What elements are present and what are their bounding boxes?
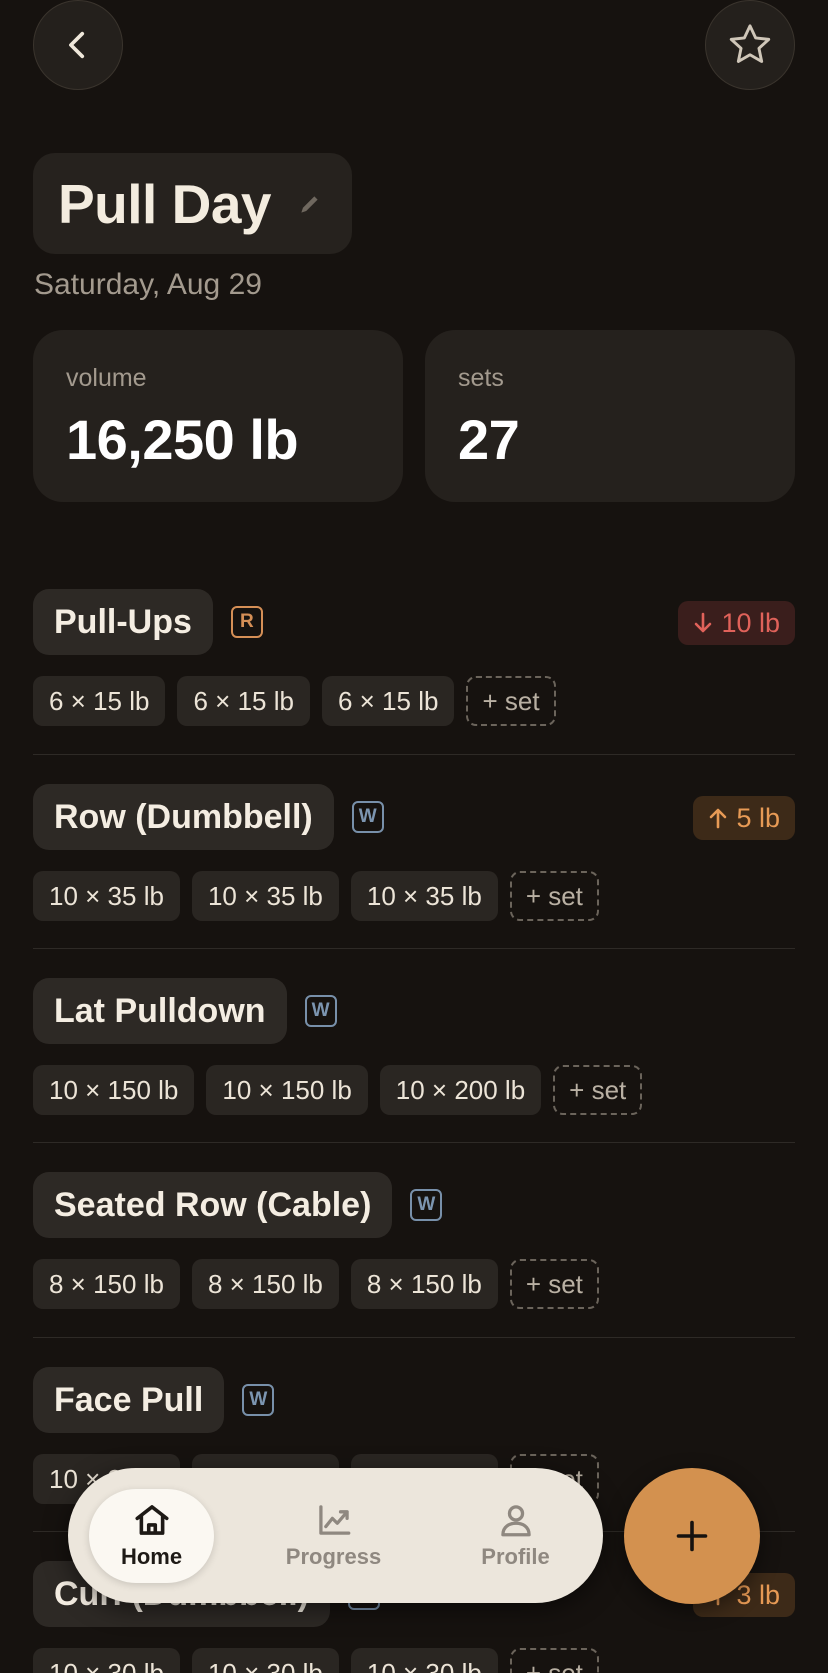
workout-date: Saturday, Aug 29 [34,268,262,301]
exercise-name[interactable]: Seated Row (Cable) [33,1172,393,1238]
exercise-name[interactable]: Pull-Ups [33,589,213,655]
exercise-card: Seated Row (Cable) W 8 × 150 lb 8 × 150 … [33,1172,795,1366]
divider [33,754,795,755]
add-set-button[interactable]: + set [509,1259,599,1309]
exercise-name[interactable]: Row (Dumbbell) [33,784,334,850]
exercise-type-badge: W [242,1384,275,1416]
set-chip[interactable]: 8 × 150 lb [191,1259,339,1309]
set-chip[interactable]: 10 × 30 lb [191,1648,339,1673]
arrow-up-icon [708,807,728,829]
workout-title-field[interactable]: Pull Day [33,153,352,254]
nav-label: Progress [285,1544,382,1569]
set-chip[interactable]: 10 × 35 lb [191,871,339,921]
star-icon [729,24,771,63]
exercise-card: Pull-Ups R 10 lb 6 × 15 lb 6 × 15 lb 6 ×… [33,589,795,783]
nav-item-profile[interactable]: Profile [453,1489,578,1583]
exercise-name[interactable]: Face Pull [33,1367,225,1433]
volume-card: volume 16,250 lb [33,330,403,502]
set-chip[interactable]: 10 × 35 lb [33,871,180,921]
exercise-name[interactable]: Lat Pulldown [33,978,287,1044]
nav-label: Home [120,1544,183,1569]
chart-icon [318,1505,350,1535]
volume-label: volume [66,364,147,392]
set-chip[interactable]: 10 × 30 lb [33,1648,180,1673]
nav-label: Profile [481,1544,550,1569]
divider [33,1142,795,1143]
favorite-button[interactable] [705,0,795,90]
workout-detail-page: Pull Day Saturday, Aug 29 volume 16,250 … [0,0,828,1673]
set-chip[interactable]: 10 × 150 lb [206,1065,368,1115]
nav-item-home[interactable]: Home [89,1489,214,1583]
home-icon [134,1505,169,1535]
exercise-card: Row (Dumbbell) W 5 lb 10 × 35 lb 10 × 35… [33,784,795,978]
set-chip[interactable]: 8 × 150 lb [350,1259,498,1309]
add-set-button[interactable]: + set [466,676,556,726]
weight-change-badge: 5 lb [693,796,795,840]
add-set-button[interactable]: + set [553,1065,643,1115]
weight-change-value: 5 lb [736,802,780,833]
add-exercise-button[interactable] [624,1468,760,1604]
exercise-type-badge: R [230,606,263,638]
set-chip[interactable]: 6 × 15 lb [321,676,455,726]
nav-item-progress[interactable]: Progress [271,1489,396,1583]
exercise-type-badge: W [304,995,337,1027]
add-set-button[interactable]: + set [509,1648,599,1673]
weight-change-value: 10 lb [721,607,780,638]
arrow-down-icon [693,612,713,634]
sets-label: sets [458,364,504,392]
set-chip[interactable]: 10 × 150 lb [33,1065,195,1115]
volume-value: 16,250 lb [66,408,299,471]
exercise-type-badge: W [351,801,384,833]
divider [33,1337,795,1338]
chevron-left-icon [69,31,85,59]
pencil-icon [297,191,323,217]
bottom-nav: Home Progress Profile [68,1468,603,1603]
set-chip[interactable]: 10 × 35 lb [350,871,498,921]
sets-card: sets 27 [425,330,795,502]
person-icon [500,1505,531,1537]
back-button[interactable] [33,0,123,90]
set-chip[interactable]: 10 × 30 lb [350,1648,498,1673]
sets-value: 27 [458,408,520,471]
add-set-button[interactable]: + set [509,871,599,921]
workout-title: Pull Day [58,172,272,235]
set-chip[interactable]: 6 × 15 lb [177,676,310,726]
exercise-type-badge: W [410,1189,443,1221]
plus-icon [676,1520,708,1552]
set-chip[interactable]: 8 × 150 lb [33,1259,180,1309]
exercise-card: Lat Pulldown W 10 × 150 lb 10 × 150 lb 1… [33,978,795,1172]
divider [33,948,795,949]
set-chip[interactable]: 6 × 15 lb [33,676,166,726]
weight-change-badge: 10 lb [678,601,795,645]
weight-change-value: 3 lb [736,1579,780,1610]
set-chip[interactable]: 10 × 200 lb [379,1065,542,1115]
